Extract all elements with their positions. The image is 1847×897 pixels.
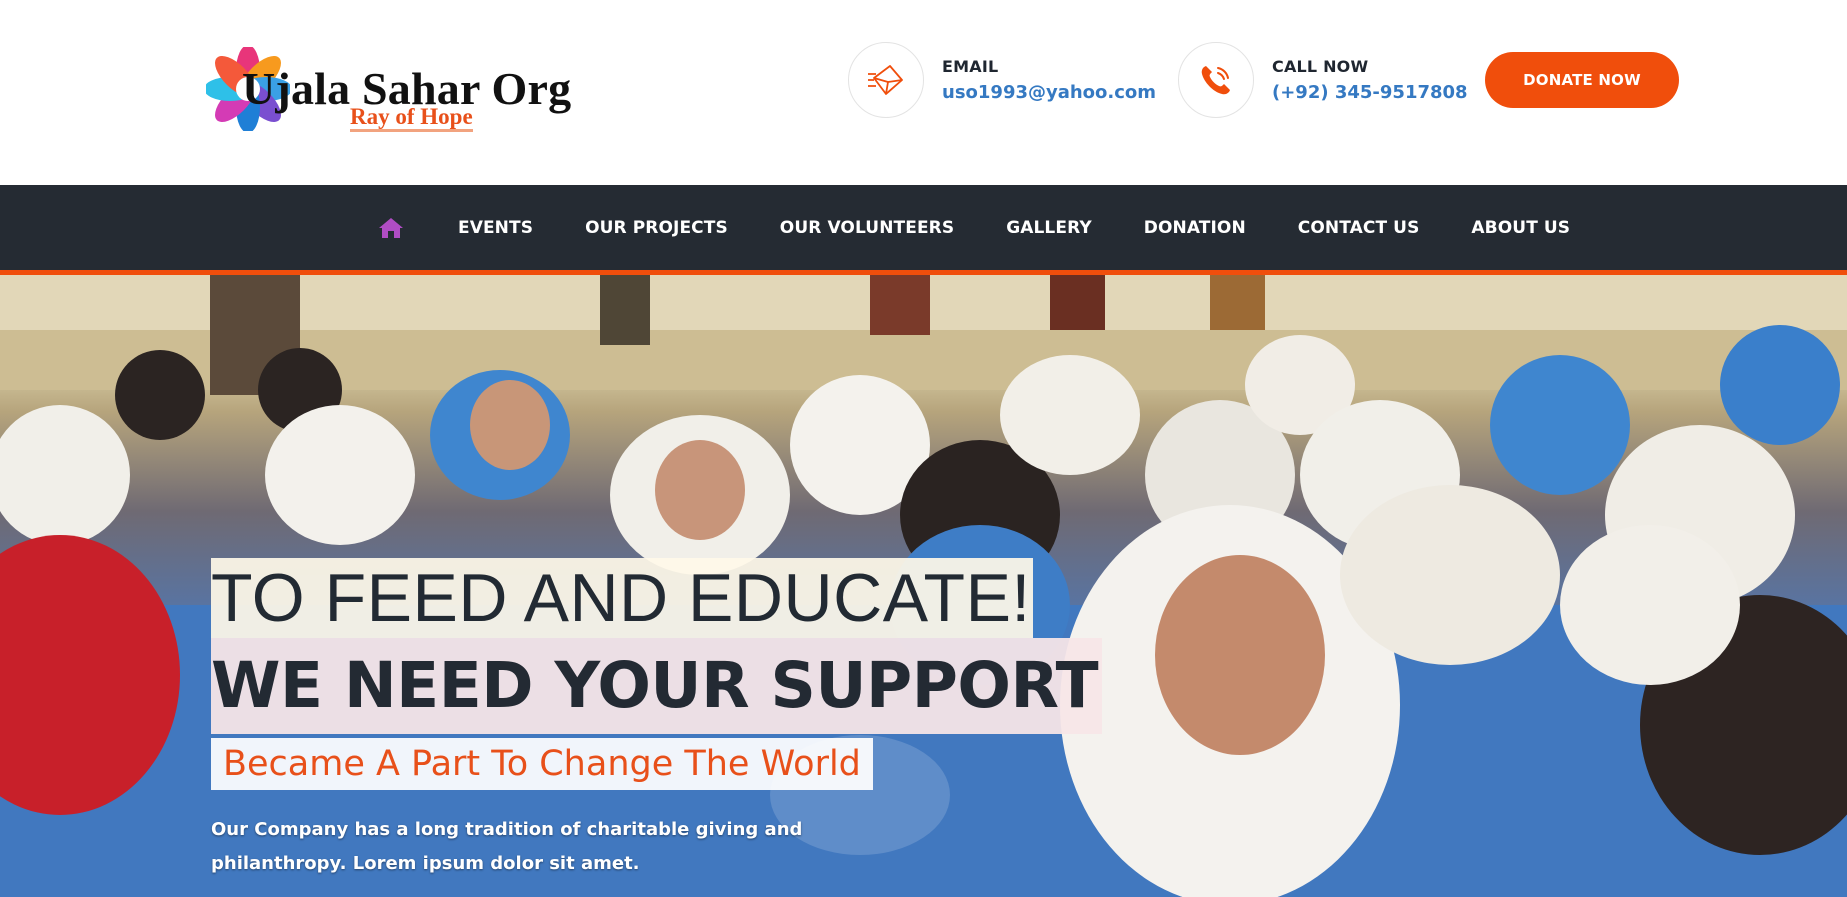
nav-our-volunteers[interactable]: OUR VOLUNTEERS [780, 218, 954, 238]
phone-icon [1178, 42, 1254, 118]
call-contact: CALL NOW (+92) 345-9517808 [1178, 42, 1468, 118]
nav-events[interactable]: EVENTS [458, 218, 533, 238]
email-link[interactable]: uso1993@yahoo.com [942, 82, 1156, 103]
logo-tagline: Ray of Hope [350, 104, 473, 133]
hero-banner: TO FEED AND EDUCATE! WE NEED YOUR SUPPOR… [0, 275, 1847, 897]
hero-headline-line1: TO FEED AND EDUCATE! [211, 558, 1033, 638]
nav-gallery[interactable]: GALLERY [1006, 218, 1092, 238]
nav-our-projects[interactable]: OUR PROJECTS [585, 218, 728, 238]
donate-now-button[interactable]: DONATE NOW [1485, 52, 1679, 108]
nav-donation[interactable]: DONATION [1144, 218, 1246, 238]
site-logo[interactable]: Ujala Sahar Org Ray of Hope [206, 42, 571, 142]
main-nav: EVENTS OUR PROJECTS OUR VOLUNTEERS GALLE… [0, 185, 1847, 270]
hero-subheadline: Became A Part To Change The World [211, 738, 873, 790]
phone-link[interactable]: (+92) 345-9517808 [1272, 82, 1468, 103]
hero-headline-line2: WE NEED YOUR SUPPORT [211, 638, 1103, 734]
call-label: CALL NOW [1272, 57, 1369, 76]
nav-contact-us[interactable]: CONTACT US [1298, 218, 1420, 238]
nav-list: EVENTS OUR PROJECTS OUR VOLUNTEERS GALLE… [376, 185, 1622, 270]
hero-description: Our Company has a long tradition of char… [211, 819, 803, 874]
envelope-icon [848, 42, 924, 118]
email-contact: EMAIL uso1993@yahoo.com [848, 42, 1156, 118]
nav-about-us[interactable]: ABOUT US [1471, 218, 1570, 238]
home-icon [379, 217, 403, 238]
site-header: Ujala Sahar Org Ray of Hope EMAIL uso199… [0, 0, 1847, 185]
email-label: EMAIL [942, 57, 999, 76]
nav-home-link[interactable] [376, 213, 406, 243]
